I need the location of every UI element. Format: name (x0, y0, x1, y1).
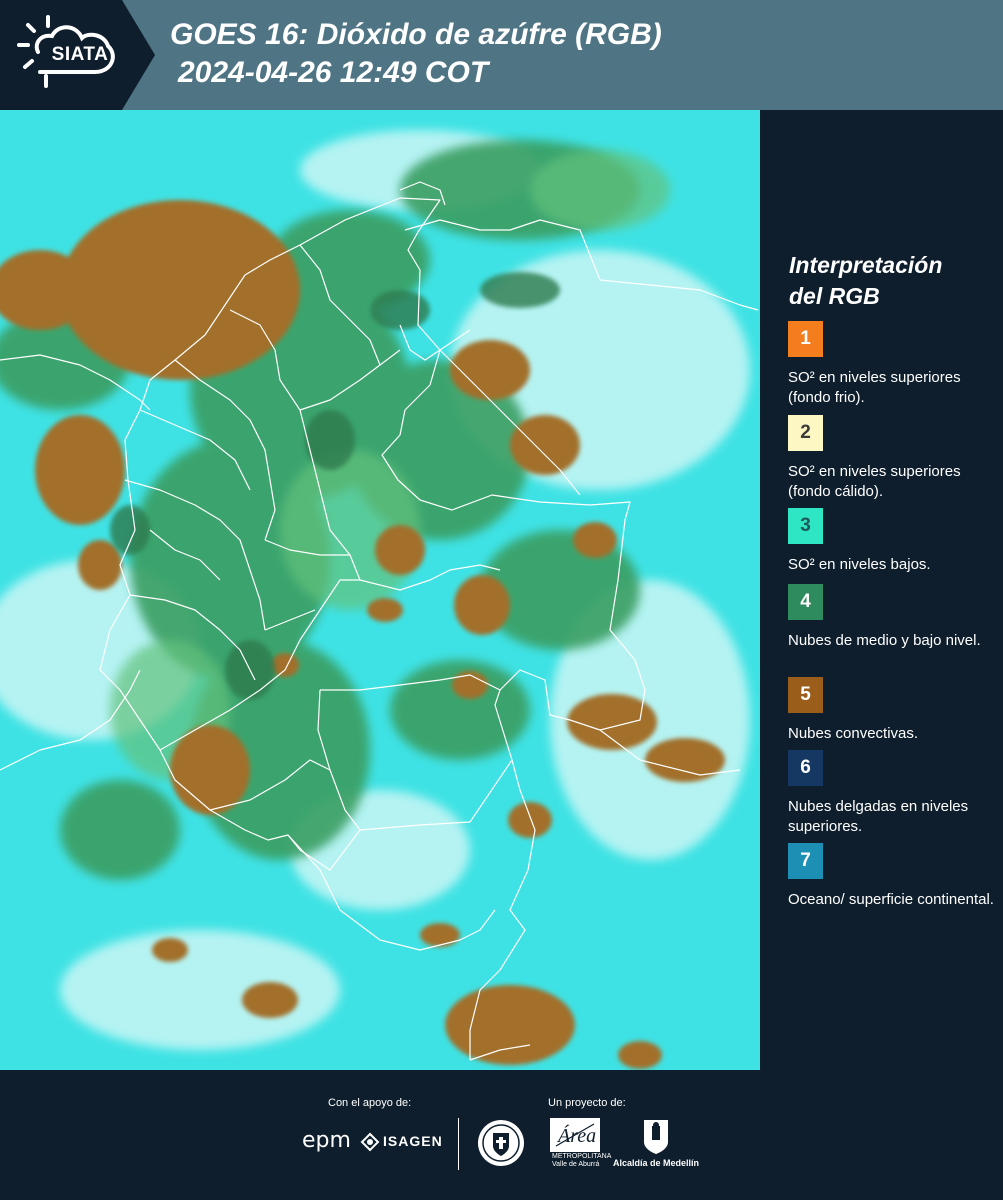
header-bar: SIATA GOES 16: Dióxido de azúfre (RGB) 2… (0, 0, 1003, 110)
legend-title-line1: Interpretación (789, 252, 943, 278)
area-sub1: METROPOLITANA (552, 1153, 612, 1160)
area-metropolitana-logo: Área (550, 1118, 600, 1152)
legend-number: 1 (800, 328, 811, 349)
title-line1: GOES 16: Dióxido de azúfre (RGB) (170, 18, 662, 51)
legend-number: 2 (800, 422, 811, 443)
footer: Con el apoyo de: Un proyecto de: epm ISA… (0, 1070, 1003, 1200)
project-label: Un proyecto de: (548, 1097, 626, 1109)
legend-swatch: 2 (788, 415, 823, 451)
legend-label: Nubes convectivas. (788, 725, 919, 742)
satellite-map (0, 110, 760, 1070)
legend-panel: Interpretación del RGB 1 SO² en niveles … (760, 110, 1003, 1070)
legend-item-5: 5 Nubes convectivas. (788, 677, 998, 744)
legend-label: Oceano/ superficie continental. (788, 891, 994, 908)
area-sub2: Valle de Aburrá (552, 1161, 600, 1168)
legend-label: SO² en niveles superiores (fondo frio). (788, 369, 961, 406)
support-label: Con el apoyo de: (328, 1097, 412, 1109)
legend-number: 6 (800, 757, 811, 778)
legend-item-3: 3 SO² en niveles bajos. (788, 508, 998, 575)
legend-label: Nubes de medio y bajo nivel. (788, 632, 981, 649)
alcaldia-shield-icon (644, 1120, 668, 1154)
legend-title-line2: del RGB (789, 283, 880, 309)
legend-item-2: 2 SO² en niveles superiores (fondo cálid… (788, 415, 998, 502)
legend-swatch: 3 (788, 508, 823, 544)
title-line2: 2024-04-26 12:49 COT (178, 56, 489, 89)
legend-number: 5 (800, 684, 811, 705)
svg-text:Área: Área (556, 1124, 596, 1147)
legend-swatch: 6 (788, 750, 823, 786)
legend-item-1: 1 SO² en niveles superiores (fondo frio)… (788, 321, 998, 408)
logo-text: SIATA (51, 44, 109, 65)
legend-label: Nubes delgadas en niveles superiores. (788, 798, 969, 835)
page-title: GOES 16: Dióxido de azúfre (RGB) 2024-04… (170, 16, 662, 92)
legend-swatch: 7 (788, 843, 823, 879)
legend-item-7: 7 Oceano/ superficie continental. (788, 843, 998, 910)
legend-swatch: 1 (788, 321, 823, 357)
legend-title: Interpretación del RGB (789, 250, 999, 312)
footer-divider (458, 1118, 459, 1170)
alcaldia-text: Alcaldía de Medellín (613, 1158, 700, 1168)
medellin-seal-icon (478, 1120, 524, 1166)
epm-logo: epm (302, 1128, 351, 1153)
legend-number: 7 (800, 850, 811, 871)
legend-number: 4 (800, 591, 811, 612)
legend-item-6: 6 Nubes delgadas en niveles superiores. (788, 750, 998, 837)
legend-swatch: 4 (788, 584, 823, 620)
siata-logo: SIATA (0, 0, 155, 110)
isagen-logo: ISAGEN (383, 1133, 443, 1149)
legend-swatch: 5 (788, 677, 823, 713)
legend-label: SO² en niveles superiores (fondo cálido)… (788, 463, 961, 500)
legend-label: SO² en niveles bajos. (788, 556, 931, 573)
legend-item-4: 4 Nubes de medio y bajo nivel. (788, 584, 998, 651)
legend-number: 3 (800, 515, 811, 536)
isagen-icon (360, 1132, 380, 1152)
